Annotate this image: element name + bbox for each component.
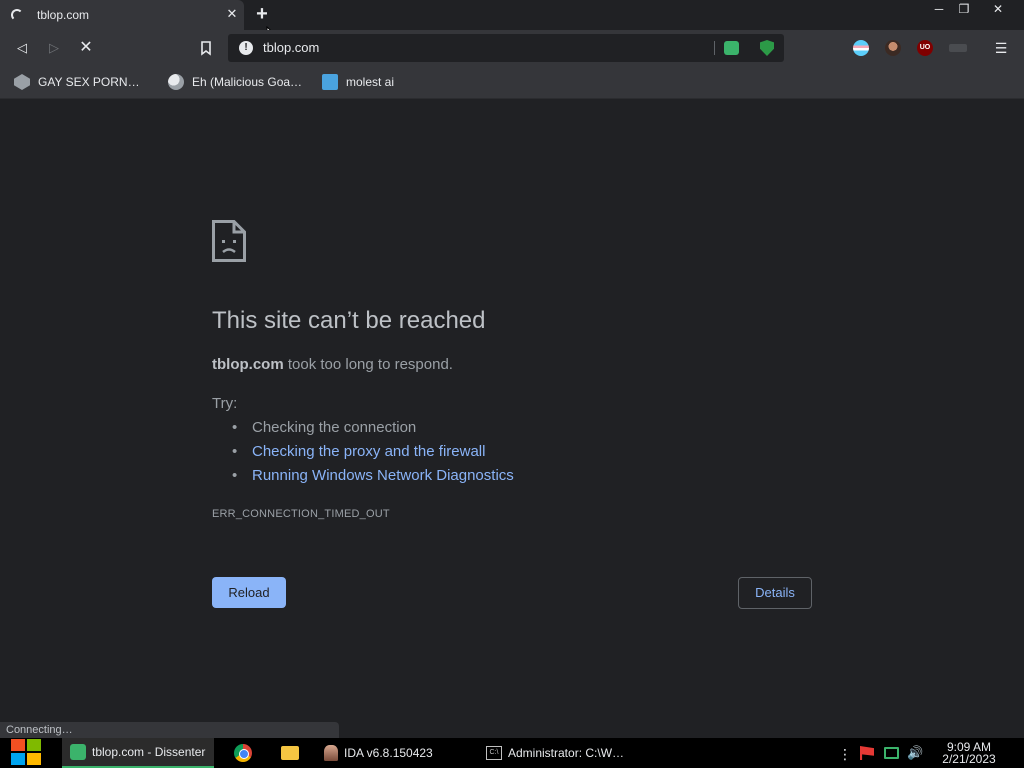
bookmark-item[interactable]: Eh (Malicious Goa… xyxy=(168,73,302,91)
taskbar-item-explorer[interactable] xyxy=(272,738,308,768)
bookmarks-bar: GAY SEX PORN… Eh (Malicious Goa… molest … xyxy=(0,66,1024,99)
error-description-text: took too long to respond. xyxy=(283,356,453,373)
error-host: tblop.com xyxy=(212,356,284,373)
suggestion-link-diagnostics[interactable]: Running Windows Network Diagnostics xyxy=(232,467,514,491)
bookmark-item[interactable]: molest ai xyxy=(322,73,394,91)
profile-avatar-icon[interactable] xyxy=(885,40,901,56)
suggestion-item: Checking the connection xyxy=(232,419,514,443)
folder-icon xyxy=(281,746,299,760)
ida-app-icon xyxy=(324,745,338,761)
taskbar-item-browser[interactable]: tblop.com - Dissenter xyxy=(62,738,214,768)
loading-spinner-icon xyxy=(11,9,23,21)
new-tab-button[interactable]: + xyxy=(253,4,271,24)
error-title: This site can’t be reached xyxy=(212,307,486,334)
address-bar[interactable]: ! tblop.com xyxy=(228,34,784,62)
bookmark-item[interactable]: GAY SEX PORN… xyxy=(14,73,140,91)
taskbar-clock[interactable]: 9:09 AM 2/21/2023 xyxy=(936,741,1002,765)
taskbar-item-label: tblop.com - Dissenter xyxy=(92,745,206,759)
url-text[interactable]: tblop.com xyxy=(263,40,319,55)
shield-extension-icon[interactable] xyxy=(760,40,774,56)
status-bubble: Connecting… xyxy=(0,722,339,738)
command-prompt-icon: C:\ xyxy=(486,746,502,760)
bookmark-favicon-icon xyxy=(14,74,30,90)
forward-button[interactable]: ▷ xyxy=(45,39,63,57)
clock-date: 2/21/2023 xyxy=(942,752,996,766)
suggestion-list: Checking the connection Checking the pro… xyxy=(232,419,514,491)
bookmark-favicon-icon xyxy=(322,74,338,90)
tray-overflow-icon[interactable]: ⋮ xyxy=(838,746,852,762)
chrome-icon xyxy=(234,744,252,762)
suggestion-link-proxy[interactable]: Checking the proxy and the firewall xyxy=(232,443,514,467)
sad-document-icon xyxy=(212,220,246,262)
extension-placeholder-icon[interactable] xyxy=(949,44,967,52)
back-button[interactable]: ◁ xyxy=(13,39,31,57)
bookmark-icon[interactable] xyxy=(197,39,215,57)
taskbar-item-ida[interactable]: IDA v6.8.150423 xyxy=(318,738,473,768)
stop-loading-button[interactable]: ✕ xyxy=(77,39,95,57)
bookmark-label: Eh (Malicious Goa… xyxy=(192,75,303,89)
tab-active[interactable]: tblop.com ✕ xyxy=(0,0,244,30)
start-button-windows-icon[interactable] xyxy=(9,736,44,768)
omnibox-divider xyxy=(714,41,715,55)
close-window-button[interactable]: ✕ xyxy=(985,0,1011,18)
taskbar-item-cmd[interactable]: C:\ Administrator: C:\W… xyxy=(478,738,633,768)
error-code: ERR_CONNECTION_TIMED_OUT xyxy=(212,508,390,520)
dissenter-app-icon xyxy=(70,744,86,760)
minimize-button[interactable]: ─ xyxy=(928,0,950,18)
dissenter-comment-icon[interactable] xyxy=(724,41,739,55)
bookmark-label: GAY SEX PORN… xyxy=(38,75,140,89)
browser-toolbar: ◁ ▷ ✕ ! tblop.com UO ☰ xyxy=(0,30,1024,66)
details-button[interactable]: Details xyxy=(738,577,812,609)
maximize-button[interactable]: ❐ xyxy=(953,0,975,18)
tab-close-icon[interactable]: ✕ xyxy=(225,7,239,21)
browser-menu-button[interactable]: ☰ xyxy=(993,40,1009,56)
flag-extension-icon[interactable] xyxy=(853,40,869,56)
error-description: tblop.com took too long to respond. xyxy=(212,356,453,373)
reload-button[interactable]: Reload xyxy=(212,577,286,608)
volume-icon[interactable]: 🔊 xyxy=(907,746,923,760)
try-label: Try: xyxy=(212,395,238,412)
globe-icon xyxy=(168,74,184,90)
bookmark-label: molest ai xyxy=(346,75,395,89)
taskbar-item-label: IDA v6.8.150423 xyxy=(344,746,433,760)
taskbar-item-label: Administrator: C:\W… xyxy=(508,746,625,760)
ublock-origin-icon[interactable]: UO xyxy=(917,40,933,56)
tab-strip: tblop.com ✕ + ─ ❐ ✕ xyxy=(0,0,1024,44)
tab-title: tblop.com xyxy=(37,8,90,22)
network-icon[interactable] xyxy=(884,747,899,759)
taskbar-item-chrome[interactable] xyxy=(225,738,261,768)
site-info-icon[interactable]: ! xyxy=(239,41,253,55)
